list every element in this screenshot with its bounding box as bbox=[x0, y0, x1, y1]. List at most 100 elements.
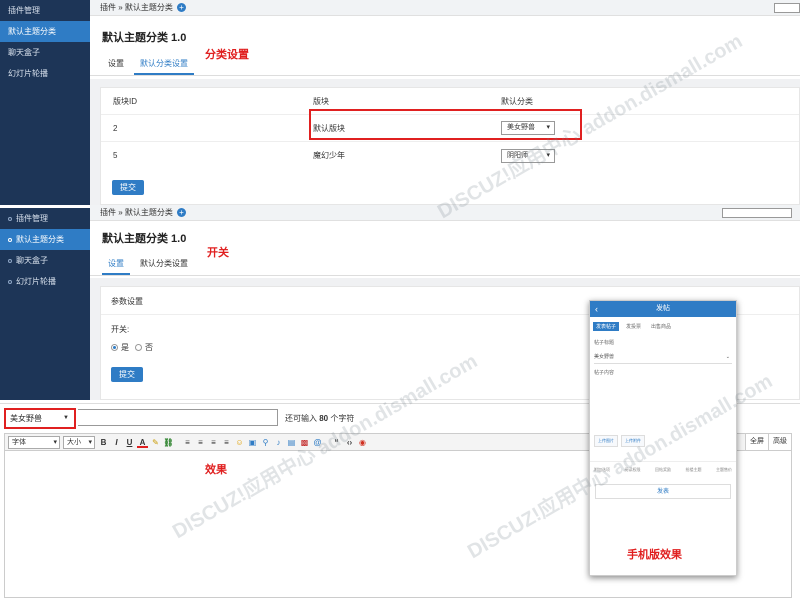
align-center-icon[interactable]: ≡ bbox=[195, 437, 206, 448]
panel-category-settings: 插件管理 默认主题分类 聊天盒子 幻灯片轮播 插件 » 默认主题分类 + 默认主… bbox=[0, 0, 800, 205]
mobile-tab-poll[interactable]: 发投票 bbox=[623, 322, 644, 331]
upload-image-button[interactable]: 上传图片 bbox=[594, 435, 618, 447]
italic-icon[interactable]: I bbox=[111, 437, 122, 448]
mobile-title: 发帖 bbox=[656, 305, 670, 312]
search-input[interactable] bbox=[722, 208, 792, 218]
justify-icon[interactable]: ≡ bbox=[221, 437, 232, 448]
annotation-category-settings: 分类设置 bbox=[205, 49, 249, 61]
mobile-options: 附加选项 阅读权限 回帖奖励 抢楼主题 主题售价 bbox=[590, 461, 736, 473]
radio-no[interactable] bbox=[135, 344, 142, 351]
hint-count: 80 bbox=[319, 414, 329, 423]
fullscreen-button[interactable]: 全屏 bbox=[745, 434, 768, 450]
bullet-icon bbox=[8, 237, 12, 242]
mobile-header: ‹ 发帖 bbox=[590, 301, 736, 317]
mobile-tab-post[interactable]: 发表帖子 bbox=[593, 322, 620, 331]
mobile-submit-button[interactable]: 发表 bbox=[595, 484, 731, 499]
mobile-tab-sell[interactable]: 出售商品 bbox=[648, 322, 674, 331]
upload-attachment-button[interactable]: 上传附件 bbox=[621, 435, 645, 447]
sidebar: 插件管理 默认主题分类 聊天盒子 幻灯片轮播 bbox=[0, 208, 90, 400]
column-header-default-category: 默认分类 bbox=[501, 96, 533, 106]
quote-icon[interactable]: “ bbox=[331, 437, 342, 448]
emoji-icon[interactable]: ☺ bbox=[234, 437, 245, 448]
radio-yes[interactable] bbox=[111, 344, 118, 351]
mobile-option[interactable]: 主题售价 bbox=[716, 467, 732, 473]
at-icon[interactable]: @ bbox=[312, 437, 323, 448]
submit-button[interactable]: 提交 bbox=[112, 180, 144, 195]
add-icon[interactable]: + bbox=[176, 208, 186, 217]
tab-bar: 设置 默认分类设置 bbox=[90, 53, 800, 76]
size-label: 大小 bbox=[67, 438, 81, 446]
mobile-option[interactable]: 附加选项 bbox=[594, 467, 610, 473]
column-header-forum: 版块 bbox=[313, 96, 329, 106]
qq-icon[interactable]: ◉ bbox=[357, 437, 368, 448]
hint-suffix: 个字符 bbox=[330, 414, 355, 423]
back-icon[interactable]: ‹ bbox=[595, 301, 598, 317]
tab-default-category[interactable]: 默认分类设置 bbox=[134, 253, 194, 275]
main-content: 插件 » 默认主题分类 + 默认主题分类 1.0 设置 默认分类设置 分类设置 … bbox=[90, 0, 800, 205]
sidebar-item-default-category[interactable]: 默认主题分类 bbox=[0, 21, 90, 42]
annotation-effect: 效果 bbox=[205, 464, 227, 476]
page-title: 默认主题分类 1.0 bbox=[102, 233, 187, 245]
table-row: 5 魔幻少年 阴阳师 ▾ bbox=[101, 142, 799, 169]
add-icon[interactable]: + bbox=[176, 3, 186, 12]
radio-yes-label: 是 bbox=[121, 343, 129, 352]
sidebar-item-slideshow[interactable]: 幻灯片轮播 bbox=[0, 271, 90, 292]
mobile-upload-bar: 上传图片 上传附件 bbox=[594, 435, 648, 447]
sidebar-item-label: 默认主题分类 bbox=[8, 27, 56, 36]
tab-settings[interactable]: 设置 bbox=[102, 253, 130, 275]
size-select[interactable]: 大小 ▾ bbox=[63, 435, 95, 449]
font-color-icon[interactable]: A bbox=[137, 437, 148, 448]
tab-settings[interactable]: 设置 bbox=[102, 53, 130, 75]
chevron-down-icon: ⌄ bbox=[725, 354, 730, 360]
music-icon[interactable]: ♪ bbox=[273, 437, 284, 448]
sidebar-item-chat-box[interactable]: 聊天盒子 bbox=[0, 42, 90, 63]
breadcrumb: 插件 » 默认主题分类 + bbox=[90, 0, 800, 16]
category-select[interactable]: 阴阳师 ▾ bbox=[501, 148, 555, 163]
sidebar-item-slideshow[interactable]: 幻灯片轮播 bbox=[0, 63, 90, 84]
tab-default-category[interactable]: 默认分类设置 bbox=[134, 53, 194, 75]
mobile-category-value: 美女野兽 bbox=[594, 354, 615, 360]
breadcrumb-text[interactable]: 插件 » 默认主题分类 bbox=[100, 2, 173, 13]
mobile-category-select[interactable]: 美女野兽 ⌄ bbox=[594, 351, 732, 364]
font-label: 字体 bbox=[12, 438, 26, 446]
subject-input[interactable] bbox=[78, 409, 278, 426]
attachment-icon[interactable]: ⚲ bbox=[260, 437, 271, 448]
align-left-icon[interactable]: ≡ bbox=[182, 437, 193, 448]
sidebar: 插件管理 默认主题分类 聊天盒子 幻灯片轮播 bbox=[0, 0, 90, 205]
switch-label: 开关: bbox=[111, 325, 130, 334]
char-count-hint: 还可输入 80 个字符 bbox=[285, 413, 354, 424]
bullet-icon bbox=[8, 279, 12, 284]
bullet-icon bbox=[8, 258, 12, 263]
font-select[interactable]: 字体 ▾ bbox=[8, 435, 60, 449]
mobile-option[interactable]: 阅读权限 bbox=[625, 467, 641, 473]
mobile-content-label[interactable]: 帖子内容 bbox=[590, 369, 736, 376]
sidebar-item-plugin-manage[interactable]: 插件管理 bbox=[0, 0, 90, 21]
highlight-box bbox=[309, 109, 582, 140]
align-right-icon[interactable]: ≡ bbox=[208, 437, 219, 448]
category-select[interactable]: 美女野兽 ▼ bbox=[4, 408, 76, 429]
underline-icon[interactable]: U bbox=[124, 437, 135, 448]
sidebar-item-plugin-manage[interactable]: 插件管理 bbox=[0, 208, 90, 229]
tab-bar: 设置 默认分类设置 bbox=[90, 253, 800, 276]
forum-id: 2 bbox=[113, 123, 118, 133]
submit-button[interactable]: 提交 bbox=[111, 367, 143, 382]
bold-icon[interactable]: B bbox=[98, 437, 109, 448]
category-select-value: 阴阳师 bbox=[507, 151, 528, 159]
highlight-icon[interactable]: ✎ bbox=[150, 437, 161, 448]
image-icon[interactable]: ▣ bbox=[247, 437, 258, 448]
sidebar-item-default-category[interactable]: 默认主题分类 bbox=[0, 229, 90, 250]
radio-no-label: 否 bbox=[145, 343, 153, 352]
mobile-option[interactable]: 抢楼主题 bbox=[686, 467, 702, 473]
flash-icon[interactable]: ▩ bbox=[299, 437, 310, 448]
mobile-option[interactable]: 回帖奖励 bbox=[655, 467, 671, 473]
advanced-button[interactable]: 高级 bbox=[768, 434, 791, 450]
search-input[interactable] bbox=[774, 3, 800, 13]
chevron-down-icon: ▾ bbox=[88, 438, 92, 446]
link-icon[interactable]: ⛓ bbox=[163, 437, 174, 448]
code-icon[interactable]: ‹› bbox=[344, 437, 355, 448]
breadcrumb-text[interactable]: 插件 » 默认主题分类 bbox=[100, 207, 173, 218]
sidebar-item-label: 幻灯片轮播 bbox=[16, 277, 56, 286]
sidebar-item-chat-box[interactable]: 聊天盒子 bbox=[0, 250, 90, 271]
mobile-post-title-label[interactable]: 帖子标题 bbox=[590, 339, 736, 346]
video-icon[interactable]: ▤ bbox=[286, 437, 297, 448]
